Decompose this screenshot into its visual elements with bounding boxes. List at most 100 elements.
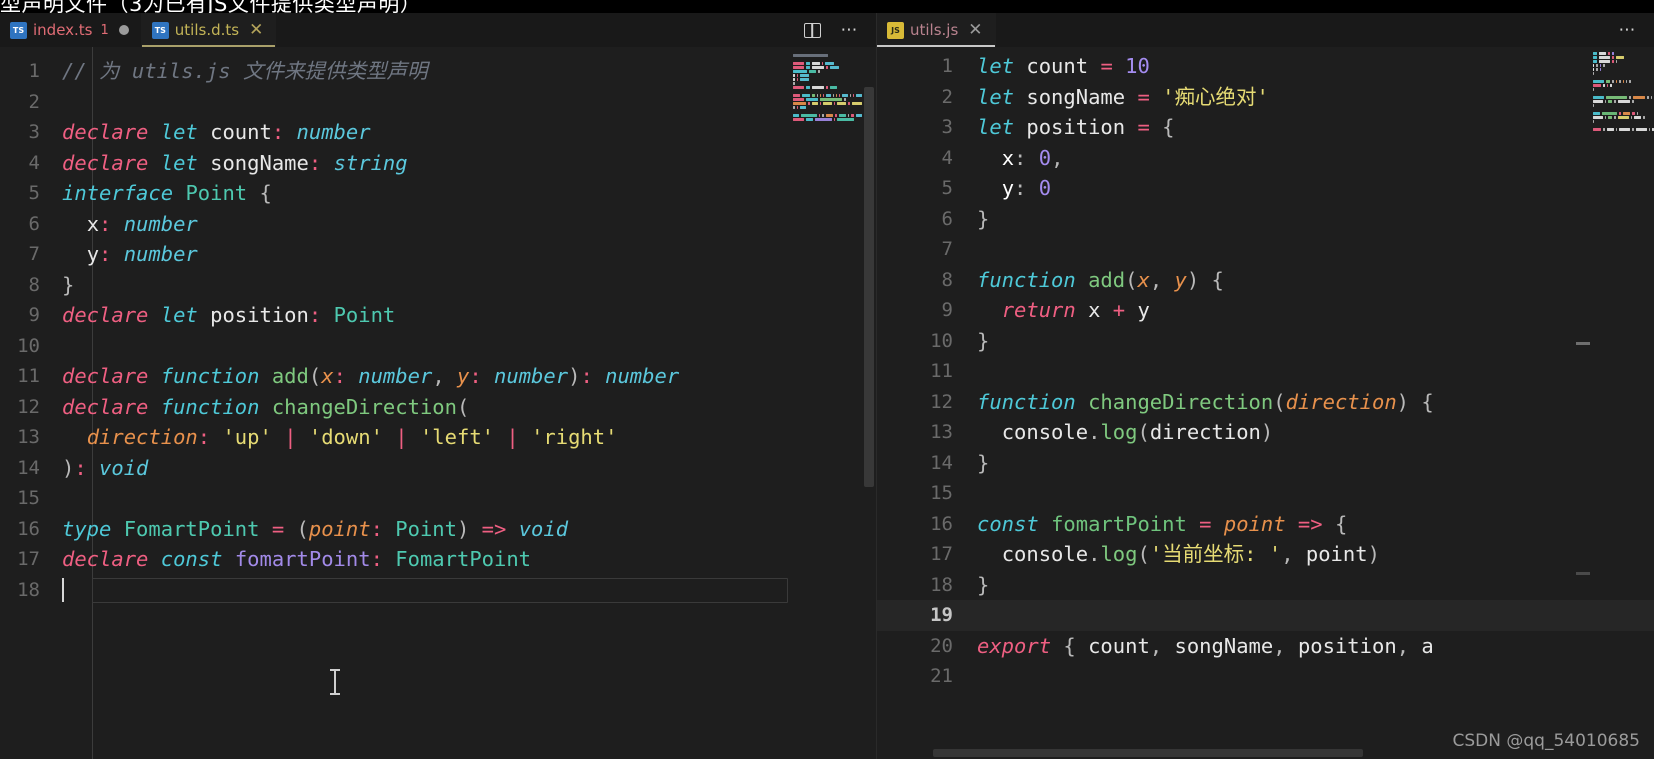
js-file-icon: JS — [887, 21, 904, 39]
code-line[interactable]: 9 return x + y — [877, 295, 1654, 326]
code-line[interactable]: 4 declare let songName: string — [0, 148, 876, 179]
minimap-left[interactable] — [790, 47, 862, 759]
code-line[interactable]: 15 — [877, 478, 1654, 509]
scrollbar-thumb[interactable] — [933, 749, 1363, 757]
tab-label: index.ts — [33, 21, 93, 39]
code-line[interactable]: 7 — [877, 234, 1654, 265]
minimap-line — [790, 122, 862, 125]
editor-left[interactable]: 1 // 为 utils.js 文件来提供类型声明 2 3 declare let co… — [0, 47, 876, 759]
code-line[interactable]: 17 declare const fomartPoint: FomartPoint — [0, 544, 876, 575]
minimap-line — [1590, 120, 1654, 123]
code-line[interactable]: 5 interface Point { — [0, 178, 876, 209]
vertical-scrollbar-right[interactable] — [1576, 47, 1590, 759]
code-line[interactable]: 15 — [0, 483, 876, 514]
code-lines-right[interactable]: 1 let count = 10 2 let songName = '痴心绝对' 3 le… — [877, 47, 1654, 759]
code-line[interactable]: 16 const fomartPoint = point => { — [877, 509, 1654, 540]
token: ( — [1125, 267, 1138, 292]
code-line[interactable]: 20 export { count, songName, position, a — [877, 631, 1654, 662]
code-line[interactable]: 13 direction: 'up' | 'down' | 'left' | '… — [0, 422, 876, 453]
token: declare — [62, 303, 149, 327]
code-line[interactable]: 5 y: 0 — [877, 173, 1654, 204]
close-icon[interactable]: ✕ — [249, 21, 263, 39]
code-line[interactable]: 1 // 为 utils.js 文件来提供类型声明 — [0, 56, 876, 87]
token: | — [395, 425, 408, 449]
code-line[interactable]: 10 — [0, 331, 876, 362]
code-line[interactable]: 11 declare function add(x: number, y: num… — [0, 361, 876, 392]
minimap-token — [793, 54, 828, 57]
code-line[interactable]: 14): void — [0, 453, 876, 484]
code-line[interactable]: 4 x: 0, — [877, 143, 1654, 174]
token: , — [1281, 542, 1294, 566]
minimap-token — [793, 82, 795, 85]
minimap-line — [1590, 52, 1654, 55]
minimap-line — [790, 54, 862, 57]
vertical-scrollbar-left[interactable] — [862, 47, 876, 759]
minimap-token — [800, 106, 806, 109]
code-line[interactable]: 6} — [877, 204, 1654, 235]
code-line[interactable]: 7 y: number — [0, 239, 876, 270]
code-line[interactable]: 8} — [0, 270, 876, 301]
dirty-indicator-dot[interactable] — [118, 25, 129, 35]
code-line[interactable]: 3 let position = { — [877, 112, 1654, 143]
minimap-line — [790, 102, 862, 105]
code-line[interactable]: 16 type FomartPoint = (point: Point) => v… — [0, 514, 876, 545]
token: ) — [1260, 420, 1274, 444]
scrollbar-thumb[interactable] — [864, 87, 874, 487]
minimap-right[interactable] — [1590, 47, 1654, 759]
more-actions-button[interactable]: ⋯ — [1616, 18, 1640, 42]
close-icon[interactable]: ✕ — [968, 21, 982, 39]
code-line[interactable]: 8 function add(x, y) { — [877, 265, 1654, 296]
code-line[interactable]: 17 console.log('当前坐标: ', point) — [877, 539, 1654, 570]
minimap-token — [1614, 116, 1616, 119]
token: x — [321, 364, 334, 388]
minimap-token — [836, 94, 838, 97]
code-line[interactable]: 19 — [877, 600, 1654, 631]
code-line[interactable]: 18 — [0, 575, 876, 606]
line-number: 3 — [941, 116, 953, 138]
minimap-token — [1599, 64, 1602, 67]
more-actions-button[interactable]: ⋯ — [838, 18, 862, 42]
minimap-token — [1608, 100, 1613, 103]
line-number: 3 — [28, 121, 40, 143]
code-line[interactable]: 10} — [877, 326, 1654, 357]
tab-utils-js[interactable]: JS utils.js ✕ — [877, 13, 996, 47]
tab-index-ts[interactable]: TS index.ts 1 — [0, 13, 142, 47]
code-line[interactable]: 11 — [877, 356, 1654, 387]
minimap-token — [1599, 60, 1611, 63]
code-line[interactable]: 2 let songName = '痴心绝对' — [877, 82, 1654, 113]
minimap-line — [1590, 56, 1654, 59]
tab-utils-d-ts[interactable]: TS utils.d.ts ✕ — [141, 13, 277, 47]
line-number: 9 — [941, 299, 953, 321]
line-number: 4 — [28, 151, 40, 174]
token: ( — [1137, 542, 1150, 566]
code-line[interactable]: 13 console.log(direction) — [877, 417, 1654, 448]
split-editor-button[interactable] — [800, 18, 824, 42]
token: declare — [62, 150, 149, 175]
token: : — [99, 242, 112, 266]
minimap-token — [1593, 116, 1603, 119]
token: direction — [1149, 420, 1261, 444]
code-line[interactable]: 21 — [877, 661, 1654, 692]
code-line[interactable]: 3 declare let count: number — [0, 117, 876, 148]
code-line[interactable]: 9 declare let position: Point — [0, 300, 876, 331]
code-line[interactable]: 2 — [0, 87, 876, 118]
code-lines-left[interactable]: 1 // 为 utils.js 文件来提供类型声明 2 3 declare let co… — [0, 47, 876, 759]
code-line[interactable]: 12 function changeDirection(direction) { — [877, 387, 1654, 418]
editor-right[interactable]: 1 let count = 10 2 let songName = '痴心绝对' 3 le… — [877, 47, 1654, 759]
code-line[interactable]: 1 let count = 10 — [877, 51, 1654, 82]
code-line[interactable]: 14} — [877, 448, 1654, 479]
minimap-line — [1590, 88, 1654, 91]
minimap-line — [1590, 72, 1654, 75]
code-line[interactable]: 18} — [877, 570, 1654, 601]
line-source: console.log('当前坐标: ', point) — [977, 539, 1654, 570]
minimap-token — [825, 62, 834, 65]
code-line[interactable]: 12 declare function changeDirection( — [0, 392, 876, 423]
code-line[interactable]: 6 x: number — [0, 209, 876, 240]
